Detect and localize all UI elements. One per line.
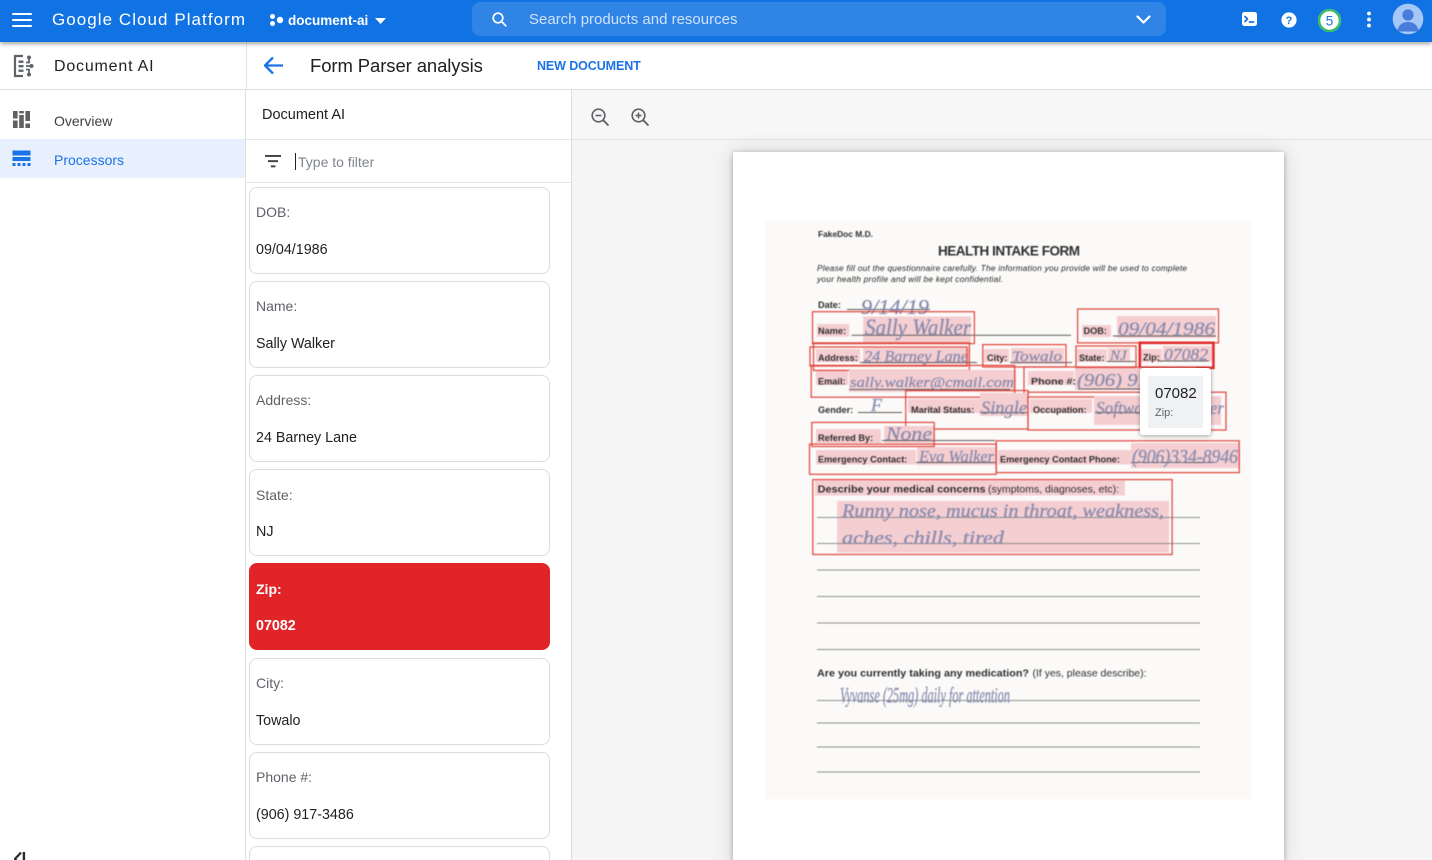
svg-text:09/04/1986: 09/04/1986 xyxy=(1118,319,1216,340)
svg-text:Zip:: Zip: xyxy=(1143,352,1160,362)
svg-text:Phone #:: Phone #: xyxy=(1031,376,1076,386)
svg-text:Single: Single xyxy=(981,398,1027,419)
svg-text:Vyvanse (25mg) daily for atten: Vyvanse (25mg) daily for attention xyxy=(840,682,1010,707)
svg-text:sally.walker@cmail.com: sally.walker@cmail.com xyxy=(850,375,1014,391)
svg-text:(906)334-8946: (906)334-8946 xyxy=(1132,446,1238,468)
svg-text:24 Barney Lane: 24 Barney Lane xyxy=(864,348,968,365)
svg-text:Email:: Email: xyxy=(818,376,846,386)
svg-text:your health profile and will b: your health profile and will be kept con… xyxy=(816,274,1003,284)
svg-text:Name:: Name: xyxy=(818,326,846,336)
svg-text:F: F xyxy=(870,395,883,415)
svg-text:Occupation:: Occupation: xyxy=(1033,405,1087,415)
svg-text:?: ? xyxy=(1286,15,1293,27)
svg-text:Please fill out the questionna: Please fill out the questionnaire carefu… xyxy=(817,263,1187,273)
svg-text:(If yes, please describe):: (If yes, please describe): xyxy=(1033,668,1147,679)
svg-text:NJ: NJ xyxy=(1109,348,1128,364)
svg-text:None: None xyxy=(885,424,932,445)
svg-text:Marital Status:: Marital Status: xyxy=(911,405,974,415)
svg-text:Emergency Contact Phone:: Emergency Contact Phone: xyxy=(1000,454,1120,464)
svg-text:HEALTH INTAKE FORM: HEALTH INTAKE FORM xyxy=(938,243,1080,258)
svg-text:FakeDoc M.D.: FakeDoc M.D. xyxy=(818,229,873,239)
svg-text:Sally Walker: Sally Walker xyxy=(865,315,972,340)
svg-text:Towalo: Towalo xyxy=(1012,349,1063,365)
svg-text:5: 5 xyxy=(1326,13,1334,28)
svg-text:07082: 07082 xyxy=(1164,345,1208,364)
svg-text:aches, chills, tired: aches, chills, tired xyxy=(842,528,1005,549)
svg-text:Referred By:: Referred By: xyxy=(818,433,873,443)
svg-text:Describe your medical concerns: Describe your medical concerns xyxy=(818,484,986,495)
svg-text:Emergency Contact:: Emergency Contact: xyxy=(818,454,907,464)
svg-text:Runny nose, mucus in throat, w: Runny nose, mucus in throat, weakness, xyxy=(841,501,1164,522)
svg-text:Address:: Address: xyxy=(818,353,858,363)
svg-text:(symptoms, diagnoses, etc):: (symptoms, diagnoses, etc): xyxy=(988,484,1119,495)
svg-text:Eva Walker: Eva Walker xyxy=(918,447,994,466)
svg-text:City:: City: xyxy=(987,353,1007,363)
svg-text:Date:: Date: xyxy=(818,300,841,310)
svg-text:Gender:: Gender: xyxy=(818,405,853,415)
svg-text:Are you currently taking any m: Are you currently taking any medication? xyxy=(817,668,1029,679)
svg-text:DOB:: DOB: xyxy=(1084,326,1107,336)
svg-text:State:: State: xyxy=(1079,353,1105,363)
